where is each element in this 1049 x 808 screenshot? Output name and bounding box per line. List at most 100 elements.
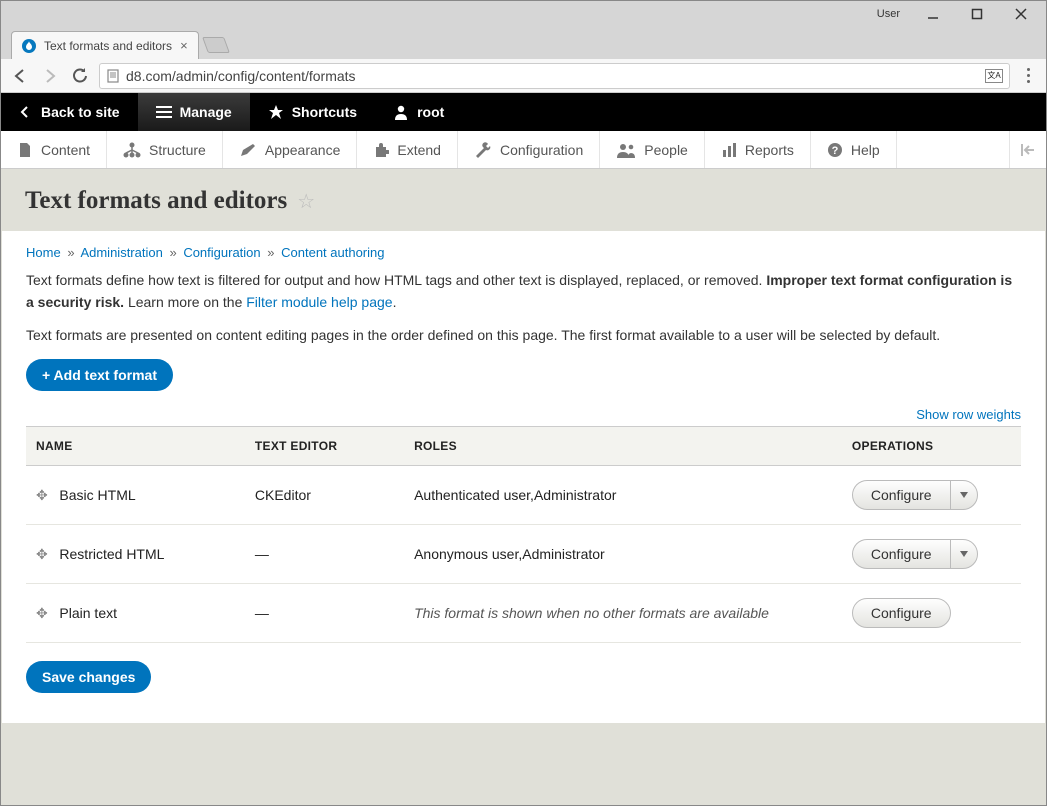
extend-icon: [373, 142, 389, 158]
collapse-icon: [1020, 143, 1036, 157]
admin-menu-people[interactable]: People: [600, 131, 705, 168]
filter-help-link[interactable]: Filter module help page: [246, 294, 392, 310]
save-row: Save changes: [26, 661, 1021, 693]
toolbar-back-to-site[interactable]: Back to site: [1, 93, 138, 131]
breadcrumb-home[interactable]: Home: [26, 245, 61, 260]
show-row-weights-wrap: Show row weights: [26, 407, 1021, 422]
admin-menu-help[interactable]: ? Help: [811, 131, 897, 168]
drag-handle-icon[interactable]: ✥: [36, 487, 48, 503]
table-header-row: NAME TEXT EDITOR ROLES OPERATIONS: [26, 427, 1021, 466]
star-icon: [268, 104, 284, 120]
th-operations: OPERATIONS: [842, 427, 1021, 466]
browser-forward-button[interactable]: [39, 65, 61, 87]
breadcrumb-configuration[interactable]: Configuration: [183, 245, 260, 260]
description-paragraph-1: Text formats define how text is filtered…: [26, 270, 1021, 313]
tab-close-icon[interactable]: ×: [180, 38, 188, 53]
breadcrumb-sep: »: [67, 245, 74, 260]
save-changes-button[interactable]: Save changes: [26, 661, 151, 693]
operations-dropdown-toggle[interactable]: [950, 480, 978, 510]
admin-menu-collapse-button[interactable]: [1009, 131, 1046, 168]
chevron-down-icon: [960, 492, 968, 498]
people-icon: [616, 142, 636, 158]
page-info-icon: [106, 69, 120, 83]
configure-button[interactable]: Configure: [852, 539, 950, 569]
toolbar-user-label: root: [417, 104, 444, 120]
th-name: NAME: [26, 427, 245, 466]
format-roles: This format is shown when no other forma…: [404, 584, 842, 643]
description-paragraph-2: Text formats are presented on content ed…: [26, 325, 1021, 347]
chevron-down-icon: [960, 551, 968, 557]
format-operations: Configure: [842, 466, 1021, 525]
appearance-icon: [239, 142, 257, 158]
browser-reload-button[interactable]: [69, 65, 91, 87]
svg-text:?: ?: [832, 145, 839, 157]
toolbar-manage-label: Manage: [180, 104, 232, 120]
tab-title: Text formats and editors: [44, 39, 172, 53]
breadcrumb-sep: »: [169, 245, 176, 260]
drag-handle-icon[interactable]: ✥: [36, 546, 48, 562]
admin-menu-appearance[interactable]: Appearance: [223, 131, 358, 168]
admin-menu-help-label: Help: [851, 142, 880, 158]
translate-icon[interactable]: 文A: [985, 69, 1003, 83]
operations-dropdown-toggle[interactable]: [950, 539, 978, 569]
table-row: ✥ Basic HTMLCKEditorAuthenticated user,A…: [26, 466, 1021, 525]
format-name: Restricted HTML: [59, 546, 164, 562]
admin-menu-structure-label: Structure: [149, 142, 206, 158]
format-roles: Anonymous user,Administrator: [404, 525, 842, 584]
url-text: d8.com/admin/config/content/formats: [126, 68, 979, 84]
toolbar-shortcuts[interactable]: Shortcuts: [250, 93, 375, 131]
show-row-weights-link[interactable]: Show row weights: [916, 407, 1021, 422]
page-title-row: Text formats and editors ☆: [1, 187, 1046, 231]
admin-menu-reports-label: Reports: [745, 142, 794, 158]
format-name: Basic HTML: [59, 487, 135, 503]
admin-menu: Content Structure Appearance Extend Conf…: [1, 131, 1046, 169]
titlebar-user-label: User: [877, 8, 900, 20]
admin-menu-content-label: Content: [41, 142, 90, 158]
url-input[interactable]: d8.com/admin/config/content/formats 文A: [99, 63, 1010, 89]
back-arrow-icon: [19, 105, 33, 119]
admin-menu-structure[interactable]: Structure: [107, 131, 223, 168]
th-text-editor: TEXT EDITOR: [245, 427, 404, 466]
th-roles: ROLES: [404, 427, 842, 466]
new-tab-button[interactable]: [202, 37, 230, 53]
window-minimize-button[interactable]: [912, 3, 954, 25]
format-editor: —: [245, 525, 404, 584]
toolbar-back-label: Back to site: [41, 104, 120, 120]
admin-menu-content[interactable]: Content: [1, 131, 107, 168]
add-text-format-button[interactable]: Add text format: [26, 359, 173, 391]
admin-menu-configuration[interactable]: Configuration: [458, 131, 600, 168]
admin-menu-reports[interactable]: Reports: [705, 131, 811, 168]
table-row: ✥ Restricted HTML —Anonymous user,Adminis…: [26, 525, 1021, 584]
configuration-icon: [474, 142, 492, 158]
toolbar-manage[interactable]: Manage: [138, 93, 250, 131]
page-title: Text formats and editors: [25, 187, 287, 215]
structure-icon: [123, 142, 141, 158]
format-operations: Configure: [842, 584, 1021, 643]
browser-address-bar: d8.com/admin/config/content/formats 文A: [1, 59, 1046, 93]
browser-menu-button[interactable]: [1018, 68, 1038, 83]
format-operations: Configure: [842, 525, 1021, 584]
window-frame: User Text formats and editors × d8.com/a…: [0, 0, 1047, 806]
desc1-end: .: [393, 294, 397, 310]
toolbar-user[interactable]: root: [375, 93, 462, 131]
breadcrumb-administration[interactable]: Administration: [80, 245, 162, 260]
favorite-star-icon[interactable]: ☆: [297, 189, 315, 214]
browser-back-button[interactable]: [9, 65, 31, 87]
user-icon: [393, 104, 409, 120]
content-area: Text formats and editors ☆ Home » Admini…: [1, 169, 1046, 805]
formats-table: NAME TEXT EDITOR ROLES OPERATIONS ✥ Basi…: [26, 426, 1021, 643]
desc1-post: Learn more on the: [124, 294, 246, 310]
window-maximize-button[interactable]: [956, 3, 998, 25]
browser-tab[interactable]: Text formats and editors ×: [11, 31, 199, 59]
reports-icon: [721, 142, 737, 158]
configure-button[interactable]: Configure: [852, 598, 951, 628]
admin-menu-extend[interactable]: Extend: [357, 131, 458, 168]
window-close-button[interactable]: [1000, 3, 1042, 25]
main-panel: Home » Administration » Configuration » …: [2, 231, 1045, 723]
drag-handle-icon[interactable]: ✥: [36, 605, 48, 621]
breadcrumb-sep: »: [267, 245, 274, 260]
format-name: Plain text: [59, 605, 117, 621]
toolbar-shortcuts-label: Shortcuts: [292, 104, 357, 120]
breadcrumb-content-authoring[interactable]: Content authoring: [281, 245, 384, 260]
configure-button[interactable]: Configure: [852, 480, 950, 510]
